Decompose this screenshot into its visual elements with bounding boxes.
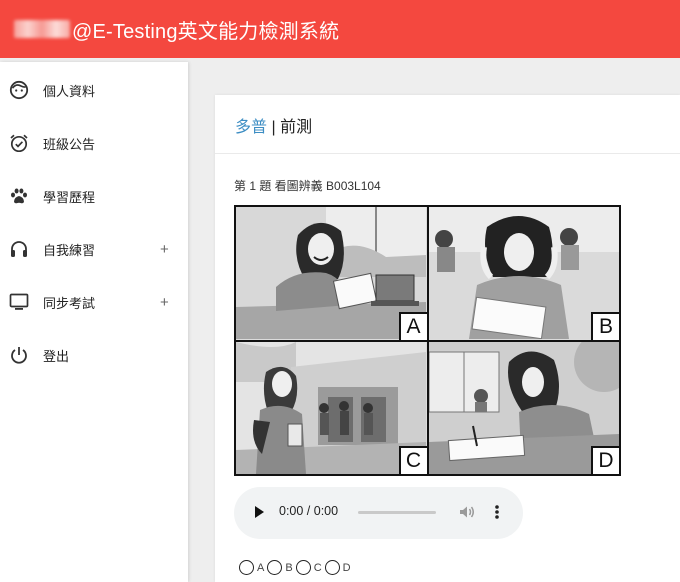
panel-label: A: [398, 311, 427, 340]
illustration-woman-reading-letter: [236, 207, 426, 339]
option-d[interactable]: D: [324, 560, 351, 575]
headphones-icon: [8, 238, 30, 260]
breadcrumb-current: 前測: [280, 119, 313, 136]
more-options-icon[interactable]: [492, 503, 502, 521]
sidebar-item-sync-exam[interactable]: 同步考試 +: [0, 282, 188, 322]
sidebar-item-announcements[interactable]: 班級公告: [0, 123, 188, 163]
picture-panel-c: C: [236, 341, 427, 474]
divider: [215, 153, 680, 154]
sidebar-item-profile[interactable]: 個人資料: [0, 70, 188, 110]
question-picture: A B C D: [234, 205, 621, 476]
radio-button[interactable]: [239, 560, 254, 575]
sidebar-item-label: 登出: [43, 348, 70, 364]
radio-button[interactable]: [324, 560, 340, 575]
option-label: A: [257, 561, 265, 574]
sidebar-item-label: 個人資料: [43, 83, 96, 99]
option-b[interactable]: B: [267, 560, 293, 575]
audio-time: 0:00 / 0:00: [279, 504, 339, 518]
radio-button[interactable]: [295, 560, 311, 575]
option-a[interactable]: A: [239, 560, 264, 575]
main-card: 多普 | 前測 第 1 題 看圖辨義 B003L104 A B C D 0:00…: [215, 95, 680, 582]
play-icon[interactable]: [255, 506, 264, 518]
monitor-icon: [8, 291, 30, 313]
audio-player: 0:00 / 0:00: [234, 487, 523, 539]
picture-panel-d: D: [428, 341, 619, 474]
option-label: D: [342, 561, 351, 574]
alarm-check-icon: [8, 132, 30, 154]
volume-icon[interactable]: [458, 503, 476, 521]
panel-label: C: [398, 446, 427, 474]
app-title: @E-Testing英文能力檢測系統: [72, 20, 340, 43]
panel-label: D: [591, 446, 619, 474]
radio-button[interactable]: [267, 560, 283, 575]
panel-label: B: [591, 311, 619, 340]
sidebar: 個人資料 班級公告 學習歷程 自我練習 + 同步考試 + 登出: [0, 62, 188, 582]
option-label: C: [313, 561, 322, 574]
app-header: @E-Testing英文能力檢測系統: [0, 0, 680, 58]
option-label: B: [285, 561, 293, 574]
option-c[interactable]: C: [295, 560, 322, 575]
question-title: 第 1 題 看圖辨義 B003L104: [234, 179, 381, 193]
sidebar-item-label: 學習歷程: [43, 189, 96, 205]
illustration-stressed-student: [428, 207, 619, 339]
audio-progress-slider[interactable]: [358, 511, 436, 514]
breadcrumb-link[interactable]: 多普: [235, 119, 267, 136]
illustration-student-at-school: [236, 341, 426, 474]
sidebar-item-label: 同步考試: [43, 295, 96, 311]
sidebar-item-label: 自我練習: [43, 242, 96, 258]
expand-plus-icon[interactable]: +: [160, 294, 169, 311]
illustration-woman-writing: [428, 341, 619, 474]
answer-options: A B C D: [239, 560, 354, 575]
sidebar-item-label: 班級公告: [43, 136, 96, 152]
sidebar-item-logout[interactable]: 登出: [0, 335, 188, 375]
breadcrumb-separator: |: [271, 119, 276, 136]
redacted-school-name: [14, 20, 70, 38]
paw-icon: [8, 185, 30, 207]
power-icon: [8, 344, 30, 366]
breadcrumb: 多普 | 前測: [235, 113, 312, 137]
sidebar-item-learning-history[interactable]: 學習歷程: [0, 176, 188, 216]
expand-plus-icon[interactable]: +: [160, 241, 169, 258]
picture-panel-a: A: [236, 207, 427, 340]
face-icon: [8, 79, 30, 101]
picture-panel-b: B: [428, 207, 619, 340]
sidebar-item-self-practice[interactable]: 自我練習 +: [0, 229, 188, 269]
